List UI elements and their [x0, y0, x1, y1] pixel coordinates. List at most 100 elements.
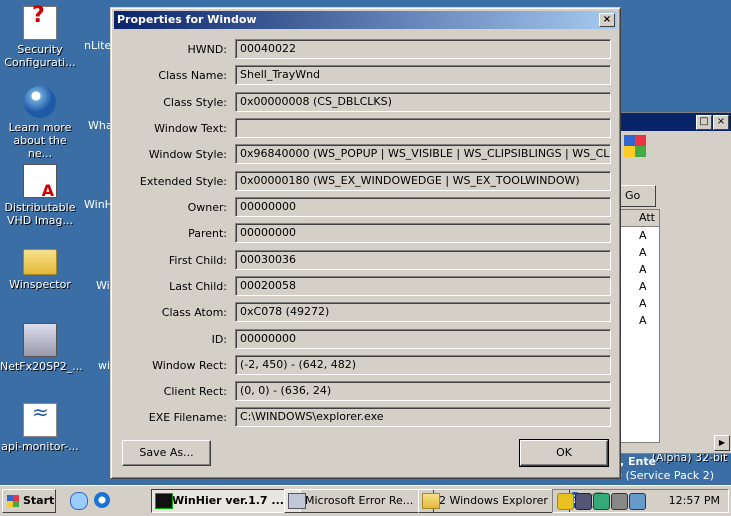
- property-label: Last Child:: [169, 280, 227, 293]
- property-value-field[interactable]: (0, 0) - (636, 24): [235, 381, 611, 401]
- property-label: Owner:: [187, 201, 227, 214]
- system-tray: 12:57 PM: [552, 489, 729, 513]
- property-row-first-child: First Child: 00030036: [111, 250, 620, 272]
- desktop-icon-learn-more[interactable]: Learn more about the ne...: [0, 86, 80, 160]
- property-value-field[interactable]: 0x96840000 (WS_POPUP | WS_VISIBLE | WS_C…: [235, 144, 611, 164]
- property-row-owner: Owner: 00000000: [111, 197, 620, 219]
- save-as-button[interactable]: Save As...: [122, 440, 211, 466]
- security-config-icon: [23, 6, 57, 40]
- close-icon[interactable]: ×: [713, 115, 729, 130]
- scroll-right-icon[interactable]: ▶: [714, 435, 730, 451]
- properties-dialog[interactable]: Properties for Window × HWND: 00040022 C…: [110, 7, 621, 479]
- task-label: Microsoft Error Re...: [305, 494, 414, 507]
- desktop-icon-label: Distributable VHD Imag...: [4, 201, 76, 227]
- property-value-field[interactable]: 0xC078 (49272): [235, 302, 611, 322]
- desktop-icon-label: api-monitor-...: [1, 440, 79, 453]
- property-label: Class Atom:: [161, 306, 227, 319]
- list-item[interactable]: A: [621, 244, 659, 261]
- property-label: Window Style:: [148, 148, 227, 161]
- property-value-field[interactable]: 00030036: [235, 250, 611, 270]
- property-label: EXE Filename:: [148, 411, 227, 424]
- watermark-text: , Ente: [620, 455, 657, 468]
- list-item[interactable]: A: [621, 261, 659, 278]
- dialog-title: Properties for Window: [117, 13, 257, 26]
- windows-logo-icon: [7, 495, 19, 507]
- list-item[interactable]: A: [621, 278, 659, 295]
- list-item[interactable]: A: [621, 312, 659, 329]
- property-value-field[interactable]: 00040022: [235, 39, 611, 59]
- start-label: Start: [23, 494, 55, 507]
- property-row-extended-style: Extended Style: 0x00000180 (WS_EX_WINDOW…: [111, 171, 620, 193]
- property-row-window-text: Window Text:: [111, 118, 620, 140]
- taskbar-task-winhier[interactable]: WinHier ver.1.7 ...: [151, 489, 301, 513]
- property-row-window-style: Window Style: 0x96840000 (WS_POPUP | WS_…: [111, 144, 620, 166]
- network-icon[interactable]: [575, 493, 592, 510]
- property-row-window-rect: Window Rect: (-2, 450) - (642, 482): [111, 355, 620, 377]
- desktop-icon-label: Learn more about the ne...: [8, 121, 72, 160]
- property-label: Class Name:: [158, 69, 227, 82]
- property-value-field[interactable]: C:\WINDOWS\explorer.exe: [235, 407, 611, 427]
- property-value-field[interactable]: 00020058: [235, 276, 611, 296]
- list-item[interactable]: A: [621, 227, 659, 244]
- go-button[interactable]: Go: [620, 185, 656, 207]
- property-value-field[interactable]: 00000000: [235, 329, 611, 349]
- property-value-field[interactable]: Shell_TrayWnd: [235, 65, 611, 85]
- internet-explorer-icon[interactable]: [94, 492, 110, 508]
- property-value-field[interactable]: 00000000: [235, 223, 611, 243]
- display-icon[interactable]: [629, 493, 646, 510]
- desktop-icon-vhd-image[interactable]: Distributable VHD Imag...: [0, 164, 80, 227]
- property-value-field[interactable]: 00000000: [235, 197, 611, 217]
- background-window[interactable]: □ × Go Att A A A A A A ▶: [613, 112, 731, 454]
- desktop-icon-security-config[interactable]: Security Configurati...: [0, 6, 80, 69]
- property-row-exe-filename: EXE Filename: C:\WINDOWS\explorer.exe: [111, 407, 620, 429]
- property-label: Class Style:: [163, 96, 227, 109]
- taskbar-task-error-report[interactable]: Microsoft Error Re...: [284, 489, 434, 513]
- property-label: First Child:: [168, 254, 227, 267]
- maximize-icon[interactable]: □: [696, 115, 712, 130]
- close-button[interactable]: ×: [599, 13, 615, 27]
- desktop-icon-netfx[interactable]: NetFx20SP2_...: [0, 323, 83, 373]
- property-row-id: ID: 00000000: [111, 329, 620, 351]
- desktop-icon-winspector[interactable]: Winspector: [0, 243, 80, 291]
- vhd-document-icon: [23, 164, 57, 198]
- taskbar: Start WinHier ver.1.7 ... Microsoft Erro…: [0, 485, 731, 516]
- property-row-hwnd: HWND: 00040022: [111, 39, 620, 61]
- attribute-list[interactable]: Att A A A A A A: [620, 209, 660, 443]
- column-header[interactable]: Att: [621, 210, 659, 227]
- property-row-class-style: Class Style: 0x00000008 (CS_DBLCLKS): [111, 92, 620, 114]
- security-shield-icon[interactable]: [557, 493, 574, 510]
- property-row-class-name: Class Name: Shell_TrayWnd: [111, 65, 620, 87]
- property-label: Extended Style:: [139, 175, 227, 188]
- winhier-icon: [155, 493, 173, 509]
- clock[interactable]: 12:57 PM: [669, 494, 720, 507]
- property-value-field[interactable]: 0x00000180 (WS_EX_WINDOWEDGE | WS_EX_TOO…: [235, 171, 611, 191]
- api-monitor-installer-icon: [23, 403, 57, 437]
- task-label: WinHier ver.1.7 ...: [172, 494, 284, 507]
- ok-button[interactable]: OK: [519, 439, 609, 467]
- property-label: ID:: [211, 333, 227, 346]
- property-row-class-atom: Class Atom: 0xC078 (49272): [111, 302, 620, 324]
- installer-icon: [23, 323, 57, 357]
- start-button[interactable]: Start: [2, 489, 56, 513]
- desktop-icon-label: Winspector: [9, 278, 71, 291]
- show-desktop-icon[interactable]: [70, 492, 88, 510]
- task-label: 2 Windows Explorer: [439, 494, 548, 507]
- desktop-icon-label: Security Configurati...: [4, 43, 76, 69]
- property-value-field[interactable]: [235, 118, 611, 138]
- list-item[interactable]: A: [621, 295, 659, 312]
- dialog-titlebar[interactable]: Properties for Window ×: [114, 11, 617, 29]
- property-row-last-child: Last Child: 00020058: [111, 276, 620, 298]
- property-row-client-rect: Client Rect: (0, 0) - (636, 24): [111, 381, 620, 403]
- property-value-field[interactable]: 0x00000008 (CS_DBLCLKS): [235, 92, 611, 112]
- property-value-field[interactable]: (-2, 450) - (642, 482): [235, 355, 611, 375]
- property-label: Window Rect:: [152, 359, 227, 372]
- property-label: Parent:: [188, 227, 227, 240]
- taskbar-task-windows-explorer[interactable]: 2 Windows Explorer ▾: [418, 489, 570, 513]
- volume-icon[interactable]: [611, 493, 628, 510]
- learn-more-icon: [24, 86, 56, 118]
- desktop-icon-api-monitor-installer[interactable]: api-monitor-...: [0, 403, 80, 453]
- property-label: HWND:: [187, 43, 227, 56]
- folder-icon: [422, 493, 440, 509]
- property-label: Client Rect:: [163, 385, 227, 398]
- tray-app-icon[interactable]: [593, 493, 610, 510]
